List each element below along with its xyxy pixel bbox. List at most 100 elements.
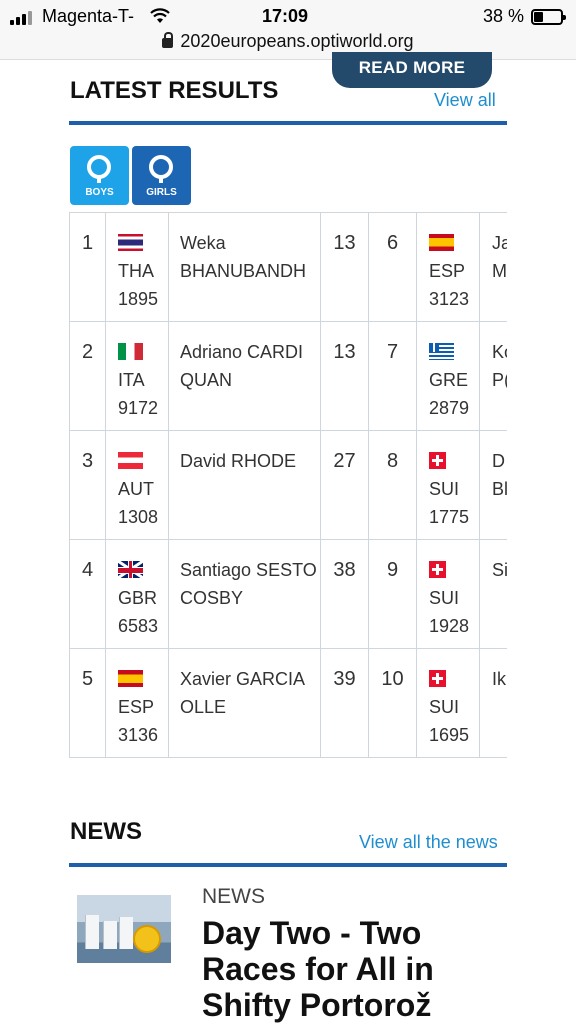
switzerland-flag-icon bbox=[429, 452, 446, 469]
sail-number: 2879 bbox=[429, 398, 470, 418]
nation-code: ITA bbox=[118, 370, 145, 390]
url-text: 2020europeans.optiworld.org bbox=[180, 31, 414, 51]
sail-number: 1308 bbox=[118, 507, 159, 527]
table-row: 4 GBR 6583 Santiago SESTO COSBY 38 9 SUI 19… bbox=[69, 539, 507, 649]
nation-code: AUT bbox=[118, 479, 154, 499]
sail-number: 9172 bbox=[118, 398, 159, 418]
sailor-name-line2: P( bbox=[492, 370, 507, 390]
table-row: 5 ESP 3136 Xavier GARCIA OLLE 39 10 SUI 169… bbox=[69, 648, 507, 758]
nation-cell: THA 1895 bbox=[105, 212, 169, 322]
tab-boys[interactable]: BOYS bbox=[70, 146, 129, 205]
sail-number: 1775 bbox=[429, 507, 470, 527]
sail-number: 6583 bbox=[118, 616, 159, 636]
sailor-name-cell: Si bbox=[479, 539, 507, 649]
nation-code: GRE bbox=[429, 370, 469, 390]
rank: 3 bbox=[69, 430, 106, 540]
points: 38 bbox=[320, 539, 369, 649]
nation-cell: ESP 3136 bbox=[105, 648, 169, 758]
nation-cell: SUI 1775 bbox=[416, 430, 480, 540]
sailor-name-cell: Ko P( bbox=[479, 321, 507, 431]
sail-number: 1695 bbox=[429, 725, 470, 745]
view-all-news-link[interactable]: View all the news bbox=[359, 832, 498, 853]
sailor-name-cell: Ja M bbox=[479, 212, 507, 322]
rank: 10 bbox=[368, 648, 417, 758]
nation-code: SUI bbox=[429, 479, 460, 499]
news-thumbnail[interactable] bbox=[77, 895, 171, 963]
results-table: 1 THA 1895 Weka BHANUBANDH 13 6 ESP 3123 Ja… bbox=[69, 212, 507, 758]
rank: 7 bbox=[368, 321, 417, 431]
nation-cell: AUT 1308 bbox=[105, 430, 169, 540]
switzerland-flag-icon bbox=[429, 561, 446, 578]
sail-number: 1895 bbox=[118, 289, 159, 309]
battery-icon bbox=[531, 9, 566, 25]
nation-code: THA bbox=[118, 261, 154, 281]
optimist-logo-icon bbox=[149, 155, 173, 183]
sailor-name: David RHODE bbox=[180, 451, 297, 471]
rank: 5 bbox=[69, 648, 106, 758]
austria-flag-icon bbox=[118, 452, 143, 469]
sailor-name: Adriano CARDI bbox=[180, 342, 304, 362]
sailor-name-cell: Ik bbox=[479, 648, 507, 758]
sailor-name-cell: Xavier GARCIA OLLE bbox=[168, 648, 321, 758]
sailor-name-line2: Bl bbox=[492, 479, 507, 499]
sail-number: 3123 bbox=[429, 289, 470, 309]
carrier-name: Magenta-T- bbox=[42, 6, 135, 26]
tab-girls-label: GIRLS bbox=[146, 187, 177, 198]
thailand-flag-icon bbox=[118, 234, 143, 251]
lock-icon bbox=[162, 32, 174, 48]
points: 27 bbox=[320, 430, 369, 540]
rank: 9 bbox=[368, 539, 417, 649]
sailor-name-cell: Santiago SESTO COSBY bbox=[168, 539, 321, 649]
nation-cell: SUI 1928 bbox=[416, 539, 480, 649]
results-table-container[interactable]: 1 THA 1895 Weka BHANUBANDH 13 6 ESP 3123 Ja… bbox=[69, 212, 507, 758]
italy-flag-icon bbox=[118, 343, 143, 360]
sailor-name-cell: David RHODE bbox=[168, 430, 321, 540]
sailor-name-line2: M bbox=[492, 261, 507, 281]
nation-code: SUI bbox=[429, 697, 460, 717]
wifi-icon bbox=[150, 8, 170, 29]
rank: 1 bbox=[69, 212, 106, 322]
nation-cell: GBR 6583 bbox=[105, 539, 169, 649]
news-headline-link[interactable]: Day Two - Two Races for All in Shifty Po… bbox=[202, 915, 502, 1023]
battery-percent: 38 % bbox=[483, 6, 525, 26]
sailor-name: Ik bbox=[492, 669, 507, 689]
news-category: NEWS bbox=[202, 885, 265, 908]
sailor-name: Si bbox=[492, 560, 507, 580]
nation-code: ESP bbox=[118, 697, 155, 717]
nation-code: GBR bbox=[118, 588, 158, 608]
spain-flag-icon bbox=[118, 670, 143, 687]
rank: 2 bbox=[69, 321, 106, 431]
rank: 4 bbox=[69, 539, 106, 649]
news-section-title: NEWS bbox=[70, 818, 142, 845]
news-item[interactable]: NEWS Day Two - Two Races for All in Shif… bbox=[70, 885, 507, 1024]
points: 39 bbox=[320, 648, 369, 758]
view-all-results-link[interactable]: View all bbox=[434, 90, 496, 111]
sailor-name: Ja bbox=[492, 233, 507, 253]
table-row: 1 THA 1895 Weka BHANUBANDH 13 6 ESP 3123 Ja… bbox=[69, 212, 507, 322]
sailor-name: Ko bbox=[492, 342, 507, 362]
section-divider bbox=[69, 863, 507, 867]
sailor-name-line2: OLLE bbox=[180, 697, 227, 717]
read-more-button[interactable]: READ MORE bbox=[332, 52, 492, 88]
nation-cell: GRE 2879 bbox=[416, 321, 480, 431]
address-bar[interactable]: 2020europeans.optiworld.org bbox=[0, 31, 576, 52]
tab-girls[interactable]: GIRLS bbox=[132, 146, 191, 205]
tab-boys-label: BOYS bbox=[85, 187, 114, 198]
nation-cell: SUI 1695 bbox=[416, 648, 480, 758]
sailor-name: Weka bbox=[180, 233, 226, 253]
switzerland-flag-icon bbox=[429, 670, 446, 687]
sail-number: 3136 bbox=[118, 725, 159, 745]
optimist-logo-icon bbox=[87, 155, 111, 183]
latest-results-title: LATEST RESULTS bbox=[70, 77, 279, 104]
nation-cell: ITA 9172 bbox=[105, 321, 169, 431]
table-row: 2 ITA 9172 Adriano CARDI QUAN 13 7 GRE 2879… bbox=[69, 321, 507, 431]
sailor-name-cell: Adriano CARDI QUAN bbox=[168, 321, 321, 431]
sailor-name-line2: COSBY bbox=[180, 588, 244, 608]
sailor-name-cell: D Bl bbox=[479, 430, 507, 540]
sailor-name-line2: QUAN bbox=[180, 370, 233, 390]
rank: 8 bbox=[368, 430, 417, 540]
status-bar: Magenta-T- 17:09 38 % 2020europeans.opti… bbox=[0, 0, 576, 60]
section-divider bbox=[69, 121, 507, 125]
buoy-icon bbox=[133, 925, 161, 953]
nation-cell: ESP 3123 bbox=[416, 212, 480, 322]
